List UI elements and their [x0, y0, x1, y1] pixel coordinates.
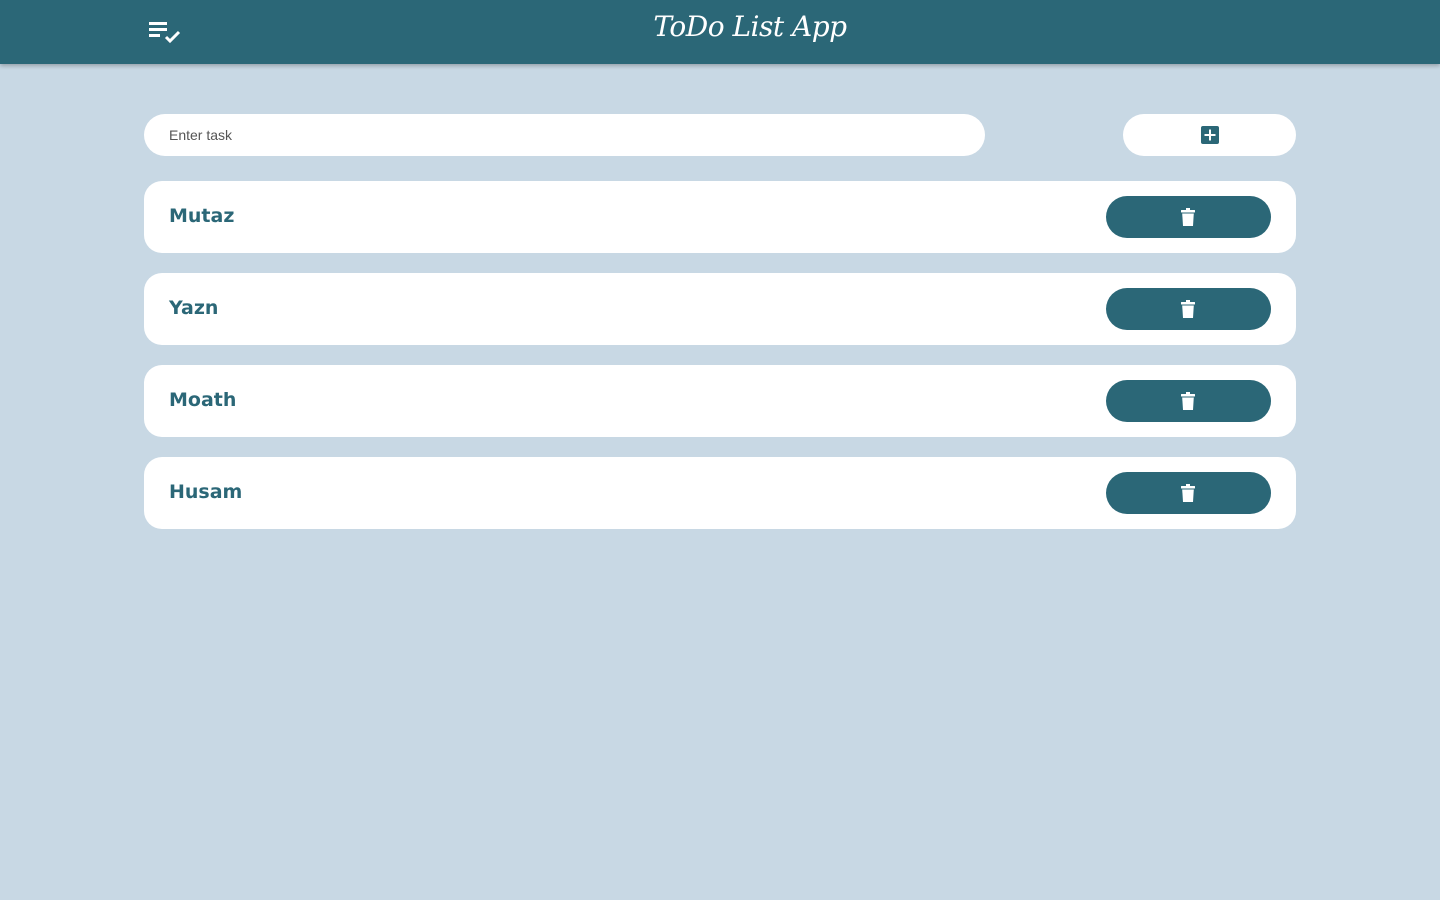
task-label: Yazn — [169, 297, 219, 319]
delete-task-button[interactable] — [1106, 288, 1271, 330]
trash-icon — [1181, 208, 1195, 226]
task-item: Yazn — [144, 273, 1296, 345]
trash-icon — [1181, 392, 1195, 410]
task-label: Mutaz — [169, 205, 235, 227]
task-item: Mutaz — [144, 181, 1296, 253]
plus-square-icon — [1201, 126, 1219, 144]
delete-task-button[interactable] — [1106, 380, 1271, 422]
trash-icon — [1181, 300, 1195, 318]
delete-task-button[interactable] — [1106, 196, 1271, 238]
task-item: Husam — [144, 457, 1296, 529]
task-label: Husam — [169, 481, 243, 503]
app-title: ToDo List App — [653, 10, 847, 43]
trash-icon — [1181, 484, 1195, 502]
task-input[interactable] — [144, 114, 985, 156]
delete-task-button[interactable] — [1106, 472, 1271, 514]
add-task-button[interactable] — [1123, 114, 1296, 156]
task-label: Moath — [169, 389, 237, 411]
task-list: Mutaz Yazn Moath Husam — [144, 181, 1296, 549]
task-item: Moath — [144, 365, 1296, 437]
app-header: ToDo List App — [0, 0, 1440, 64]
